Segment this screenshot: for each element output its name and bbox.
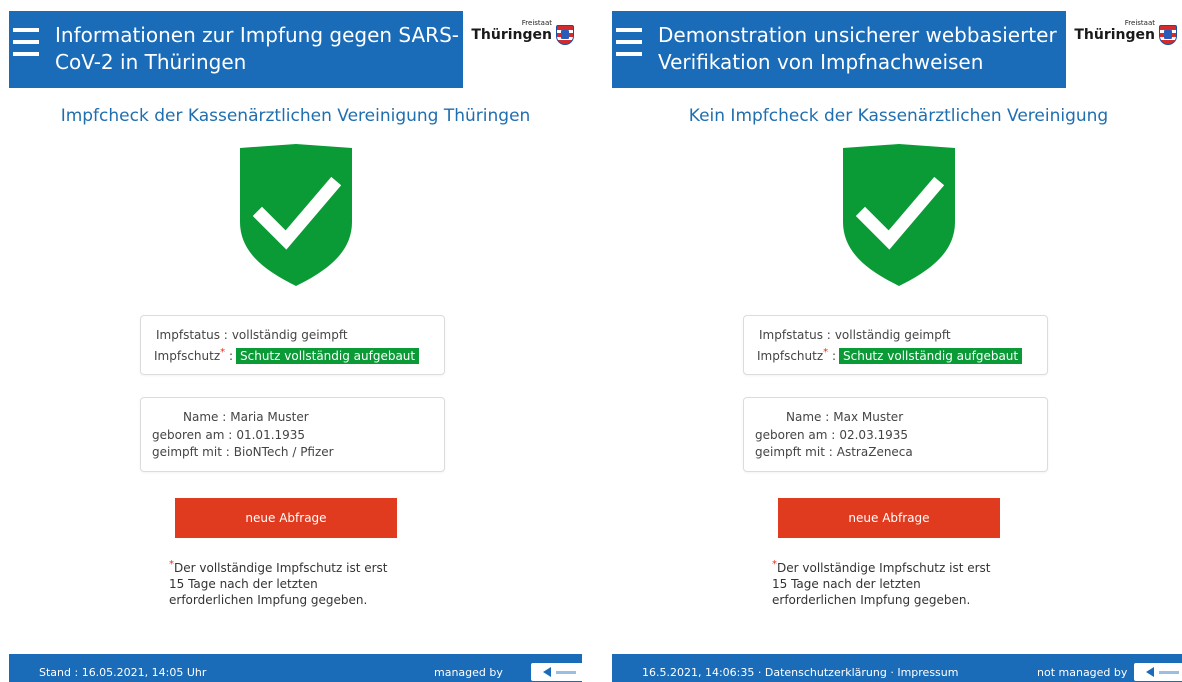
impfstatus-value: vollständig geimpft <box>834 328 951 342</box>
brand-name: Thüringen <box>471 27 552 43</box>
managed-by-label: not managed by <box>1037 666 1128 679</box>
name-value: Maria Muster <box>230 410 309 424</box>
page-title: Informationen zur Impfung gegen SARS-CoV… <box>55 23 459 74</box>
footnote-line-2: 15 Tage nach der letzten <box>772 577 921 591</box>
new-query-button[interactable]: neue Abfrage <box>175 498 397 538</box>
birthdate-row: geboren am :01.01.1935 <box>152 428 305 442</box>
birthdate-label: geboren am : <box>152 428 233 442</box>
coat-of-arms-icon <box>1159 25 1177 45</box>
managed-by-label: managed by <box>434 666 503 679</box>
protection-badge: Schutz vollständig aufgebaut <box>236 348 420 364</box>
birthdate-value: 02.03.1935 <box>839 428 909 442</box>
name-label: Name : <box>786 410 830 424</box>
vaccine-label: geimpft mit : <box>755 445 833 459</box>
panel-original: Informationen zur Impfung gegen SARS-CoV… <box>9 0 587 682</box>
birthdate-label: geboren am : <box>755 428 836 442</box>
impfstatus-label: Impfstatus : <box>156 328 228 342</box>
brand-small-text: Freistaat <box>521 19 552 27</box>
birthdate-value: 01.01.1935 <box>236 428 306 442</box>
footnote: *Der vollständige Impfschutz ist erst 15… <box>772 557 1032 608</box>
brand-logo: Freistaat Thüringen <box>471 19 574 45</box>
menu-icon[interactable] <box>13 28 39 64</box>
brand-name: Thüringen <box>1074 27 1155 43</box>
managed-by-logo[interactable] <box>1134 663 1182 681</box>
status-card: Impfstatus : vollständig geimpft Impfschu… <box>140 315 445 375</box>
brand-logo-area[interactable]: Freistaat Thüringen <box>1066 11 1182 88</box>
protection-badge: Schutz vollständig aufgebaut <box>839 348 1023 364</box>
status-card: Impfstatus : vollständig geimpft Impfschu… <box>743 315 1048 375</box>
footnote-line-1: Der vollständige Impfschutz ist erst <box>777 561 991 575</box>
impfstatus-row: Impfstatus : vollständig geimpft <box>156 328 348 342</box>
check-subtitle: Impfcheck der Kassenärztlichen Vereinigu… <box>60 106 531 126</box>
birthdate-row: geboren am :02.03.1935 <box>755 428 908 442</box>
impfschutz-label: Impfschutz <box>154 349 221 363</box>
vaccine-row: geimpft mit : BioNTech / Pfizer <box>152 445 334 459</box>
shield-check-icon <box>239 144 352 286</box>
vaccine-label: geimpft mit : <box>152 445 230 459</box>
header-bar: Informationen zur Impfung gegen SARS-CoV… <box>9 11 582 88</box>
panel-fake: Demonstration unsicherer webbasierter Ve… <box>612 0 1182 682</box>
footnote-line-3: erforderlichen Impfung gegeben. <box>772 593 971 607</box>
footer-timestamp: 16.5.2021, 14:06:35 · Datenschutzerkläru… <box>642 666 959 679</box>
coat-of-arms-icon <box>556 25 574 45</box>
vaccine-value: AstraZeneca <box>836 445 913 459</box>
impfschutz-row: Impfschutz* : Schutz vollständig aufgebau… <box>757 347 1023 364</box>
shield-check-icon <box>842 144 955 286</box>
menu-icon[interactable] <box>616 28 642 64</box>
vaccine-row: geimpft mit : AstraZeneca <box>755 445 913 459</box>
footnote-line-2: 15 Tage nach der letzten <box>169 577 318 591</box>
managed-by-logo[interactable] <box>531 663 587 681</box>
check-subtitle: Kein Impfcheck der Kassenärztlichen Vere… <box>688 106 1109 126</box>
brand-logo-area[interactable]: Freistaat Thüringen <box>463 11 582 88</box>
footer-timestamp: Stand : 16.05.2021, 14:05 Uhr <box>39 666 207 679</box>
footnote-line-1: Der vollständige Impfschutz ist erst <box>174 561 388 575</box>
impfstatus-value: vollständig geimpft <box>231 328 348 342</box>
name-row: Name : Max Muster <box>786 410 903 424</box>
impfstatus-label: Impfstatus : <box>759 328 831 342</box>
new-query-button[interactable]: neue Abfrage <box>778 498 1000 538</box>
vaccine-value: BioNTech / Pfizer <box>233 445 334 459</box>
brand-small-text: Freistaat <box>1124 19 1155 27</box>
footer-bar: Stand : 16.05.2021, 14:05 Uhr managed by <box>9 654 587 682</box>
page-title: Demonstration unsicherer webbasierter Ve… <box>658 23 1057 74</box>
person-card: Name : Maria Muster geboren am :01.01.193… <box>140 397 445 472</box>
footnote: *Der vollständige Impfschutz ist erst 15… <box>169 557 429 608</box>
name-value: Max Muster <box>833 410 904 424</box>
name-row: Name : Maria Muster <box>183 410 309 424</box>
impfschutz-colon: : <box>828 349 836 363</box>
impfschutz-colon: : <box>225 349 233 363</box>
impfschutz-row: Impfschutz* : Schutz vollständig aufgebau… <box>154 347 420 364</box>
header-bar: Demonstration unsicherer webbasierter Ve… <box>612 11 1182 88</box>
name-label: Name : <box>183 410 227 424</box>
footer-bar: 16.5.2021, 14:06:35 · Datenschutzerkläru… <box>612 654 1182 682</box>
impfschutz-label: Impfschutz <box>757 349 824 363</box>
impfstatus-row: Impfstatus : vollständig geimpft <box>759 328 951 342</box>
brand-logo: Freistaat Thüringen <box>1074 19 1177 45</box>
comparison-view: Informationen zur Impfung gegen SARS-CoV… <box>0 0 1182 682</box>
footnote-line-3: erforderlichen Impfung gegeben. <box>169 593 368 607</box>
person-card: Name : Max Muster geboren am :02.03.1935 … <box>743 397 1048 472</box>
